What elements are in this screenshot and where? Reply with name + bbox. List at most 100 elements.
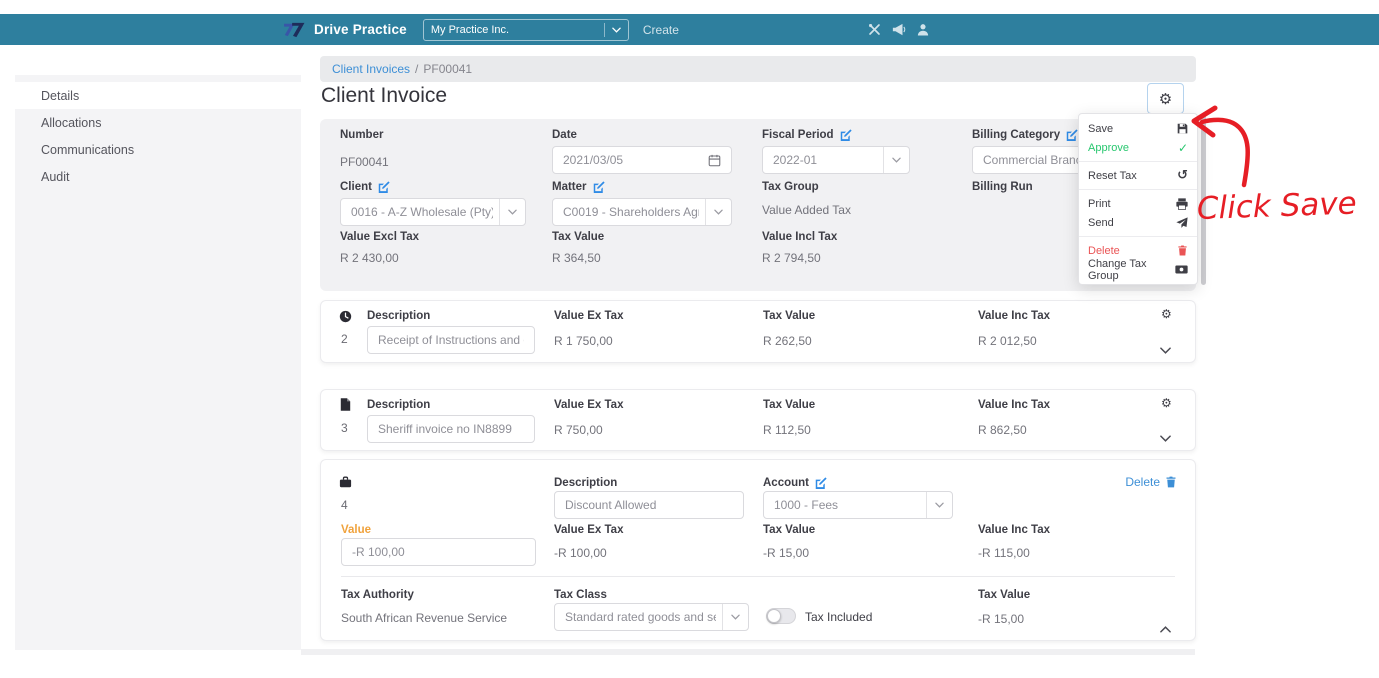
edit-icon[interactable] — [593, 181, 605, 193]
row-actions-gear-icon[interactable]: ⚙ — [1161, 396, 1172, 410]
value-ex-tax-label: Value Ex Tax — [554, 310, 624, 322]
tax-value-value: R 262,50 — [763, 334, 812, 348]
page-title: Client Invoice — [321, 84, 448, 107]
tax-value-label: Tax Value — [978, 589, 1031, 601]
billing-run-label: Billing Run — [972, 181, 1033, 193]
file-icon — [340, 398, 351, 411]
value-incl-tax-value: R 2 794,50 — [762, 251, 821, 265]
chevron-down-icon — [883, 147, 909, 173]
invoice-header-card: Number PF00041 Date 2021/03/05 Fiscal Pe… — [320, 119, 1196, 291]
client-label: Client — [340, 181, 390, 193]
undo-icon: ↺ — [1177, 168, 1188, 183]
practice-selector[interactable]: My Practice Inc. — [422, 18, 629, 41]
tax-value-label: Tax Value — [763, 310, 816, 322]
description-label: Description — [367, 399, 431, 411]
section-divider — [341, 576, 1175, 577]
value-inc-tax-value: -R 115,00 — [978, 546, 1030, 560]
chevron-down-icon — [499, 199, 525, 225]
tax-class-select[interactable]: Standard rated goods and services -... — [554, 603, 749, 631]
chevron-down-icon — [612, 27, 621, 33]
check-icon: ✓ — [1177, 140, 1188, 155]
menu-divider — [1079, 189, 1197, 190]
menu-item-approve[interactable]: Approve ✓ — [1079, 138, 1197, 157]
collapse-chevron-up-icon[interactable] — [1160, 626, 1171, 633]
briefcase-icon — [339, 476, 352, 488]
value-incl-tax-label: Value Incl Tax — [762, 231, 838, 243]
breadcrumb-separator: / — [415, 62, 419, 76]
navbar-icon-group — [868, 14, 929, 45]
menu-item-print[interactable]: Print — [1079, 194, 1197, 213]
description-input[interactable] — [554, 491, 744, 519]
annotation-arrow — [1199, 117, 1250, 188]
edit-icon[interactable] — [378, 181, 390, 193]
line-item-card-3: 3 Description Value Ex Tax R 750,00 Tax … — [320, 389, 1196, 451]
value-ex-tax-label: Value Ex Tax — [554, 399, 624, 411]
tax-value-label: Tax Value — [552, 231, 605, 243]
invoice-actions-menu: Save Approve ✓ Reset Tax ↺ Print Send De… — [1078, 113, 1198, 285]
app-root: Drive Practice My Practice Inc. Create D… — [0, 0, 1379, 678]
value-input[interactable] — [341, 538, 536, 566]
value-inc-tax-label: Value Inc Tax — [978, 524, 1051, 536]
client-select[interactable]: 0016 - A-Z Wholesale (Pty) Ltd — [340, 198, 526, 226]
menu-item-reset-tax[interactable]: Reset Tax ↺ — [1079, 166, 1197, 185]
create-menu[interactable]: Create — [643, 23, 679, 37]
tax-included-label: Tax Included — [805, 610, 873, 624]
sidebar-item-allocations[interactable]: Allocations — [15, 109, 301, 136]
chevron-down-icon — [722, 604, 748, 630]
trash-icon — [1177, 245, 1188, 256]
number-value: PF00041 — [340, 155, 389, 169]
value-label: Value — [341, 524, 372, 536]
description-input[interactable] — [367, 326, 535, 354]
sidebar-item-communications[interactable]: Communications — [15, 136, 301, 163]
toggle-knob — [767, 609, 781, 623]
value-inc-tax-value: R 2 012,50 — [978, 334, 1037, 348]
description-label: Description — [554, 477, 618, 489]
breadcrumb-link[interactable]: Client Invoices — [332, 62, 410, 76]
matter-label: Matter — [552, 181, 605, 193]
date-input[interactable]: 2021/03/05 — [552, 146, 732, 174]
description-label: Description — [367, 310, 431, 322]
account-select[interactable]: 1000 - Fees — [763, 491, 953, 519]
menu-item-change-tax-group[interactable]: Change Tax Group — [1079, 258, 1197, 282]
tax-class-label: Tax Class — [554, 589, 607, 601]
row-actions-gear-icon[interactable]: ⚙ — [1161, 307, 1172, 321]
expand-chevron-down-icon[interactable] — [1160, 435, 1171, 442]
calendar-icon — [708, 154, 721, 167]
sidebar-item-details[interactable]: Details — [15, 82, 301, 109]
selector-divider — [603, 22, 605, 37]
invoice-actions-button[interactable]: ⚙ — [1147, 83, 1184, 114]
user-icon[interactable] — [917, 23, 929, 36]
value-inc-tax-label: Value Inc Tax — [978, 399, 1051, 411]
printer-icon — [1176, 197, 1188, 210]
edit-icon[interactable] — [815, 477, 827, 489]
date-label: Date — [552, 129, 577, 141]
tax-authority-value: South African Revenue Service — [341, 611, 508, 625]
fiscal-period-select[interactable]: 2022-01 — [762, 146, 910, 174]
expand-chevron-down-icon[interactable] — [1160, 347, 1171, 354]
menu-divider — [1079, 161, 1197, 162]
tools-icon[interactable] — [868, 23, 881, 36]
tax-value-value: R 112,50 — [763, 423, 811, 437]
tax-value-label: Tax Value — [763, 524, 816, 536]
sidebar-item-audit[interactable]: Audit — [15, 163, 301, 190]
description-input[interactable] — [367, 415, 535, 443]
edit-icon[interactable] — [840, 129, 852, 141]
menu-item-save[interactable]: Save — [1079, 119, 1197, 138]
menu-item-send[interactable]: Send — [1079, 213, 1197, 232]
megaphone-icon[interactable] — [892, 23, 906, 36]
scrollbar-thumb[interactable] — [1201, 115, 1206, 285]
tax-included-toggle[interactable] — [766, 608, 796, 624]
edit-icon[interactable] — [1066, 129, 1078, 141]
discount-item-card-4: 4 Description Account 1000 - Fees Delete… — [320, 459, 1196, 641]
trash-icon — [1165, 476, 1177, 488]
fiscal-period-label: Fiscal Period — [762, 129, 852, 141]
annotation-text: Click Save — [1196, 185, 1357, 227]
practice-selector-value: My Practice Inc. — [430, 23, 510, 36]
value-ex-tax-value: -R 100,00 — [554, 546, 607, 560]
value-inc-tax-value: R 862,50 — [978, 423, 1027, 437]
value-inc-tax-label: Value Inc Tax — [978, 310, 1051, 322]
tax-value-value: -R 15,00 — [978, 612, 1025, 626]
delete-line-link[interactable]: Delete — [1125, 475, 1177, 489]
left-sidebar: Details Allocations Communications Audit — [15, 75, 301, 650]
matter-select[interactable]: C0019 - Shareholders Agreement: A... — [552, 198, 732, 226]
